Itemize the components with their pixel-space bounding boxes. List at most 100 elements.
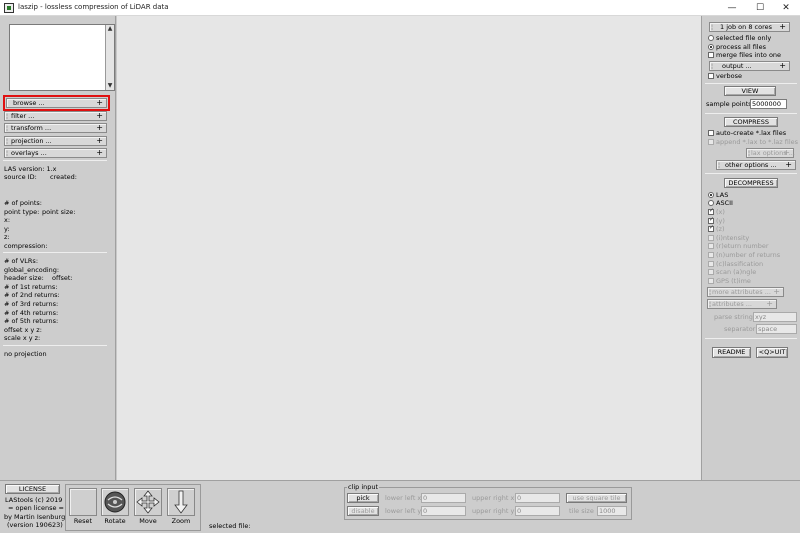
process-all-files-radio[interactable] [708,44,714,50]
more-attributes-menu[interactable]: ¦ more attributes ... + [707,287,784,297]
x-checkbox[interactable] [708,207,714,215]
intensity-label: (i)ntensity [716,234,750,242]
handle-icon: ¦ [6,150,9,157]
handle-icon: ¦ [709,289,712,296]
license-button[interactable]: LICENSE [5,484,60,494]
clip-input-label: clip input [347,483,380,491]
classification-checkbox[interactable] [708,261,714,267]
verbose-checkbox[interactable] [708,73,714,79]
minimize-button[interactable]: — [718,0,746,16]
selected-file-only-label: selected file only [716,34,772,42]
app-icon [4,3,14,13]
auto-create-lax-checkbox[interactable] [708,130,714,136]
intensity-checkbox[interactable] [708,235,714,241]
move-button[interactable] [134,488,162,516]
handle-icon: ¦ [748,150,751,157]
scroll-down-icon[interactable]: ▼ [106,82,114,90]
use-square-tile-button[interactable]: use square tile [566,493,627,503]
reset-button[interactable] [69,488,97,516]
merge-files-checkbox[interactable] [708,52,714,58]
return-number-checkbox[interactable] [708,243,714,249]
source-id: source ID: [4,173,37,181]
selected-file-label: selected file: [209,522,251,530]
selected-file-only-radio[interactable] [708,35,714,41]
cores-menu[interactable]: ¦ 1 job on 8 cores + [709,22,790,32]
upper-right-x-label: upper right x [472,494,515,502]
lower-left-y-input[interactable]: 0 [421,506,466,516]
separator-label: separator [724,325,756,333]
maximize-button[interactable]: ☐ [746,0,774,16]
las-radio[interactable] [708,192,714,198]
file-list-scrollbar[interactable]: ▲ ▼ [105,25,114,90]
return-number-label: (r)eturn number [716,242,769,250]
left-panel: ▲ ▼ browse ... + ¦ filter ... + ¦ transform … [0,16,116,480]
lower-left-y-label: lower left y [385,507,422,515]
z-checkbox[interactable] [708,224,714,232]
parse-string-input[interactable]: xyz [753,312,797,322]
number-of-returns-label: (n)umber of returns [716,251,781,259]
overlays-menu[interactable]: ¦ overlays ... + [4,148,107,158]
readme-button[interactable]: README [712,347,751,358]
returns-1st: # of 1st returns: [4,283,58,291]
projection-menu[interactable]: ¦ projection ... + [4,136,107,146]
scan-angle-checkbox[interactable] [708,269,714,275]
tile-size-input[interactable]: 1000 [597,506,627,516]
pick-button[interactable]: pick [347,493,379,503]
point-size: point size: [42,208,76,216]
global-encoding: global_encoding: [4,266,60,274]
plus-icon: + [96,148,103,157]
compress-button[interactable]: COMPRESS [724,117,778,127]
plus-icon: + [779,61,786,70]
gps-time-checkbox[interactable] [708,278,714,284]
plus-icon: + [766,299,773,308]
classification-label: (c)lassification [716,260,764,268]
zoom-icon [174,490,188,514]
offset: offset: [52,274,73,282]
plus-icon: + [783,148,790,157]
returns-2nd: # of 2nd returns: [4,291,60,299]
filter-menu[interactable]: ¦ filter ... + [4,111,107,121]
rotate-button[interactable] [101,488,129,516]
plus-icon: + [785,160,792,169]
num-points: # of points: [4,199,42,207]
ascii-radio[interactable] [708,200,714,206]
upper-right-x-input[interactable]: 0 [515,493,560,503]
browse-menu[interactable]: browse ... + [3,95,110,111]
separator [705,338,797,339]
disable-button[interactable]: disable [347,506,379,516]
append-lax-checkbox[interactable] [708,139,714,145]
sample-points-label: sample points [706,100,752,108]
x-label: (x) [716,208,725,216]
returns-5th: # of 5th returns: [4,317,59,325]
zoom-button[interactable] [167,488,195,516]
rotate-icon [104,491,126,513]
quit-button[interactable]: <Q>UIT [756,347,788,358]
handle-icon: ¦ [6,113,9,120]
plus-icon: + [779,22,786,31]
close-button[interactable]: ✕ [772,0,800,16]
number-of-returns-checkbox[interactable] [708,252,714,258]
created: created: [50,173,77,181]
separator [705,83,797,84]
sample-points-input[interactable]: 5000000 [750,99,787,109]
tile-size-label: tile size [569,507,594,515]
num-vlrs: # of VLRs: [4,257,39,265]
parse-string-label: parse string [714,313,753,321]
merge-files-label: merge files into one [716,51,782,59]
header-size: header size: [4,274,44,282]
copyright-line2: = open license = [8,504,65,512]
view-button[interactable]: VIEW [724,86,776,96]
upper-right-y-input[interactable]: 0 [515,506,560,516]
scroll-up-icon[interactable]: ▲ [106,25,114,33]
lax-options-menu[interactable]: ¦ lax options ... + [746,148,795,158]
lower-left-x-input[interactable]: 0 [421,493,466,503]
transform-menu[interactable]: ¦ transform ... + [4,123,107,133]
title-bar: laszip - lossless compression of LiDAR d… [0,0,800,16]
other-options-menu[interactable]: ¦ other options ... + [716,160,796,170]
decompress-button[interactable]: DECOMPRESS [724,178,778,188]
separator-select[interactable]: space [756,324,797,334]
viewer-canvas[interactable] [117,16,701,480]
attributes-menu[interactable]: ¦ attributes ... + [707,299,777,309]
file-list[interactable]: ▲ ▼ [9,24,115,91]
output-menu[interactable]: ¦ output ... + [709,61,790,71]
